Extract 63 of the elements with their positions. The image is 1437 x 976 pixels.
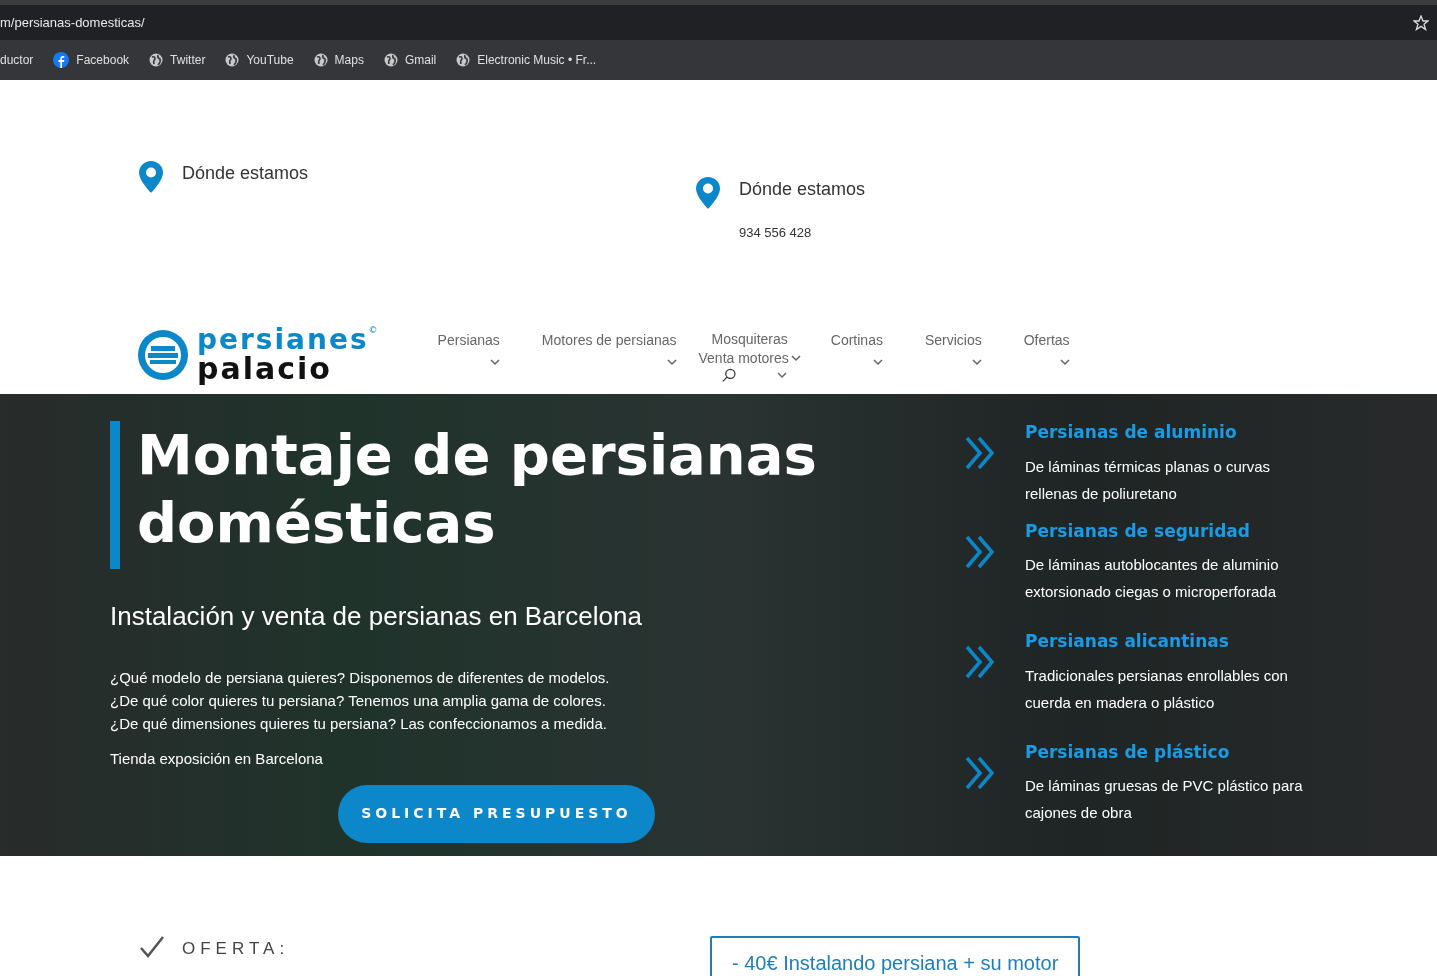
nav-link[interactable]: Mosquiteras [711, 330, 788, 348]
feature-description: Tradicionales persianas enrollables con cuerda en madera o plástico [1025, 665, 1289, 713]
logo-top-text: persianes [197, 326, 369, 354]
hero-heading: Montaje de persianas domésticas [136, 421, 818, 557]
nav-link[interactable]: Venta motores [698, 349, 789, 367]
double-chevron-icon [964, 645, 996, 679]
nav-link[interactable]: Servicios [924, 330, 982, 351]
logo-bottom-text: palacio [197, 354, 332, 384]
feature-description: De láminas autoblocantes de aluminio extorsionado ciegas o microperforada [1025, 555, 1280, 602]
bookmark-link[interactable]: Facebook [53, 51, 130, 69]
nav-link[interactable]: Motores de persianas [541, 330, 677, 351]
offer-label: OFERTA: [182, 938, 290, 960]
bookmark-link[interactable]: Electronic Music • Fr... [456, 51, 597, 69]
nav-link[interactable]: Ofertas [1023, 330, 1070, 351]
bookmark-link[interactable]: ductor [0, 51, 34, 69]
chevron-down-icon [489, 359, 500, 366]
hero-text-line: ¿De qué dimensiones quieres tu persiana? Las confeccionamos a medida. [110, 714, 608, 734]
phone-number: 934 556 428 [739, 224, 813, 242]
globe-icon [225, 53, 240, 67]
quote-button[interactable]: SOLICITA PRESUPUESTO [338, 784, 655, 843]
search-icon[interactable] [722, 368, 738, 383]
bookmark-link[interactable]: YouTube [225, 51, 294, 69]
location-pin-icon [695, 176, 721, 210]
feature-title: Persianas de plástico [1025, 740, 1231, 764]
double-chevron-icon [964, 436, 996, 470]
globe-icon [383, 53, 398, 67]
address-bar[interactable]: m/persianas-domesticas/ [0, 5, 1437, 40]
chevron-down-icon [872, 359, 883, 366]
globe-icon [149, 53, 164, 67]
nav-link[interactable]: Persianas [437, 330, 500, 351]
location-pin-icon [138, 160, 164, 194]
chevron-down-icon [790, 354, 801, 362]
globe-icon [313, 53, 328, 67]
hero-text-line: ¿De qué color quieres tu persiana? Tenemos una amplia gama de colores. [110, 691, 607, 711]
checkmark-icon [140, 936, 164, 958]
chevron-down-icon [666, 359, 677, 366]
location-heading: Dónde estamos [182, 162, 309, 185]
star-icon[interactable] [1413, 14, 1429, 31]
bookmark-link[interactable]: Maps [313, 51, 364, 69]
feature-title: Persianas de seguridad [1025, 519, 1251, 543]
location-heading: Dónde estamos [739, 178, 866, 201]
logo-emblem-icon [137, 329, 189, 381]
hero-text-line: ¿Qué modelo de persiana quieres? Disponemos de diferentes de modelos. [110, 668, 611, 688]
bookmark-link[interactable]: Gmail [383, 51, 437, 69]
double-chevron-icon [964, 755, 996, 790]
store-text: Tienda exposición en Barcelona [110, 749, 324, 769]
copyright-mark: © [368, 326, 378, 335]
double-chevron-icon [964, 534, 996, 569]
feature-title: Persianas alicantinas [1025, 630, 1230, 653]
feature-description: De láminas térmicas planas o curvas rellenas de poliuretano [1025, 456, 1272, 504]
url-text: m/persianas-domesticas/ [0, 13, 145, 32]
globe-icon [456, 53, 471, 67]
persianes-palacio-logo[interactable]: persianes© palacio [137, 326, 378, 384]
chevron-down-icon [1059, 359, 1070, 366]
promo-box: - 40€ Instalando persiana + su motor [710, 936, 1081, 976]
feature-description: De láminas gruesas de PVC plástico para cajones de obra [1025, 776, 1304, 823]
bookmark-link[interactable]: Twitter [149, 51, 206, 69]
chevron-down-icon [971, 359, 982, 366]
chevron-down-icon [777, 372, 788, 379]
nav-link[interactable]: Cortinas [830, 330, 883, 351]
facebook-icon [53, 52, 70, 68]
hero-subtitle: Instalación y venta de persianas en Barcelona [110, 600, 643, 633]
feature-title: Persianas de aluminio [1025, 421, 1238, 444]
